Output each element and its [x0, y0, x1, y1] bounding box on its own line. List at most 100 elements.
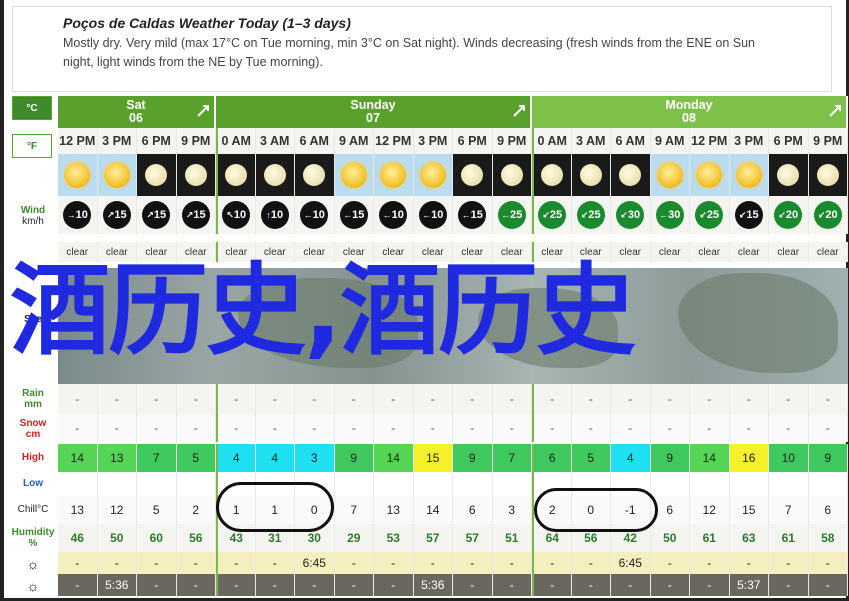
rain-cell: -: [137, 384, 177, 414]
wind-speed: 15: [746, 209, 759, 221]
chill-cell: 5: [137, 496, 177, 524]
time-cell: 6 AM: [295, 128, 335, 154]
moon-disc: [461, 164, 484, 186]
high-temp-cell: 16: [729, 444, 769, 472]
sunset-cell: -: [611, 574, 651, 596]
wind-cell: ↙ 25: [571, 196, 611, 234]
sun-disc: [340, 162, 367, 188]
rain-label: Rain mm: [8, 388, 58, 410]
chill-cell: 15: [729, 496, 769, 524]
low-temp-cell: [492, 472, 532, 496]
high-temp-row: 14 13 7 5 4 4 3 9 14 15 9 7 6 5 4 9 14 16 10 9: [58, 444, 848, 472]
sunset-cell: -: [176, 574, 216, 596]
sunrise-cell: -: [216, 552, 256, 574]
sunset-cell: -: [374, 574, 414, 596]
sunrise-cell: -: [255, 552, 295, 574]
wind-unit-text: km/h: [22, 216, 44, 227]
sun-disc: [656, 162, 683, 188]
day-header-sat[interactable]: Sat 06: [58, 96, 216, 128]
high-temp-cell: 14: [374, 444, 414, 472]
expand-icon[interactable]: [512, 104, 526, 118]
sun-icon: [374, 154, 414, 196]
forecast-summary: Mostly dry. Very mild (max 17°C on Tue m…: [63, 36, 755, 69]
high-temp-cell: 4: [611, 444, 651, 472]
humidity-cell: 57: [453, 524, 493, 552]
sunrise-cell: -: [58, 552, 98, 574]
time-row: 12 PM 3 PM 6 PM 9 PM 0 AM 3 AM 6 AM 9 AM 12 PM 3 …: [58, 128, 848, 154]
wind-speed: 15: [352, 209, 365, 221]
day-header-monday[interactable]: Monday 08: [532, 96, 848, 128]
wind-cell: ↙ 25: [532, 196, 572, 234]
moon-disc: [777, 164, 800, 186]
snow-cell: -: [97, 414, 137, 442]
annotation-circle-sunday: [216, 482, 334, 532]
wind-arrow-icon: ↙ 20: [774, 201, 803, 229]
moon-disc: [579, 164, 602, 186]
sunset-cell: 5:37: [729, 574, 769, 596]
sunrise-cell: -: [453, 552, 493, 574]
wind-speed: 30: [627, 209, 641, 221]
snow-label-text: Snow: [19, 418, 47, 429]
wind-cell: ↙ 20: [808, 196, 848, 234]
high-temp-cell: 9: [650, 444, 690, 472]
low-temp-cell: [176, 472, 216, 496]
sun-icon: [690, 154, 730, 196]
expand-icon[interactable]: [828, 104, 842, 118]
wind-cell: → 10: [58, 196, 98, 234]
wind-arrow-icon: ← 15: [339, 201, 368, 229]
expand-icon[interactable]: [196, 104, 210, 118]
weather-icon-row: [58, 154, 848, 196]
time-cell: 0 AM: [216, 128, 256, 154]
sunset-cell: -: [808, 574, 848, 596]
sunset-cell: -: [137, 574, 177, 596]
wind-arrow-icon: ← 15: [458, 201, 487, 229]
wind-arrow-icon: ↙ 20: [813, 201, 842, 229]
wind-label: Wind km/h: [8, 205, 58, 227]
time-cell: 6 PM: [137, 128, 177, 154]
snow-cell: -: [374, 414, 414, 442]
sunset-cell: -: [334, 574, 374, 596]
sunrise-cell: -: [492, 552, 532, 574]
wind-direction-icon: ↗: [185, 209, 194, 220]
sunset-cell: -: [216, 574, 256, 596]
rain-cell: -: [295, 384, 335, 414]
sunset-cell: -: [255, 574, 295, 596]
low-temp-cell: [334, 472, 374, 496]
rain-cell: -: [58, 384, 98, 414]
wind-direction-icon: ←: [461, 210, 471, 220]
snow-cell: -: [295, 414, 335, 442]
wind-arrow-icon: ↗ 15: [102, 201, 131, 229]
chill-cell: 13: [58, 496, 98, 524]
wind-cell: ↙ 30: [611, 196, 651, 234]
humidity-cell: 57: [413, 524, 453, 552]
rain-cell: -: [374, 384, 414, 414]
humidity-row: 46 50 60 56 43 31 30 29 53 57 57 51 64 56 42 50 61 63 61 58: [58, 524, 848, 552]
wind-direction-icon: ↙: [620, 209, 628, 220]
sun-icon: [334, 154, 374, 196]
wind-cell: ← 15: [453, 196, 493, 234]
moon-disc: [500, 164, 523, 186]
wind-arrow-icon: ↖ 10: [222, 201, 251, 229]
fahrenheit-toggle[interactable]: °F: [12, 134, 52, 158]
sunrise-cell: -: [176, 552, 216, 574]
sunrise-cell: -: [413, 552, 453, 574]
day-header-sunday[interactable]: Sunday 07: [216, 96, 532, 128]
wind-speed: 10: [431, 209, 444, 221]
humidity-label-text: Humidity: [11, 527, 55, 538]
sunrise-cell: -: [571, 552, 611, 574]
high-temp-cell: 14: [690, 444, 730, 472]
wind-arrow-icon: ↙ 15: [734, 201, 763, 229]
wind-arrow-icon: ↗ 15: [181, 201, 210, 229]
snow-cell: -: [611, 414, 651, 442]
humidity-cell: 29: [334, 524, 374, 552]
forecast-header: Poços de Caldas Weather Today (1–3 days)…: [12, 6, 832, 92]
celsius-toggle[interactable]: °C: [12, 96, 52, 120]
wind-direction-icon: ←: [303, 210, 313, 220]
high-temp-cell: 5: [571, 444, 611, 472]
snow-cell: -: [769, 414, 809, 442]
snow-cell: -: [413, 414, 453, 442]
time-cell: 12 PM: [58, 128, 98, 154]
sun-icon: [58, 154, 98, 196]
wind-cell: ← 15: [334, 196, 374, 234]
condition-cell: clear: [808, 242, 848, 262]
